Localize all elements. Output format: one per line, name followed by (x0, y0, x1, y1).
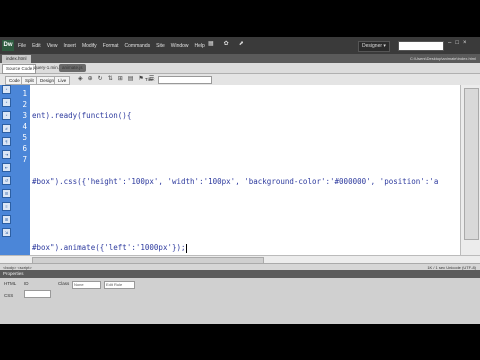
menu-insert[interactable]: Insert (63, 43, 76, 49)
visual-aids-icon[interactable]: ⊞ (118, 75, 123, 82)
menu-format[interactable]: Format (103, 43, 119, 49)
minimize-icon[interactable]: – (448, 40, 451, 46)
tab-index[interactable]: index.html (2, 55, 31, 63)
live-view-button[interactable]: Live (54, 76, 71, 85)
dreamweaver-window: Dw File Edit View Insert Modify Format C… (0, 37, 480, 324)
code-line-active: #box").animate({'left':'1000px'}); (32, 242, 438, 253)
menu-modify[interactable]: Modify (82, 43, 97, 49)
collapse-tag-icon[interactable]: * (2, 98, 11, 107)
file-path: C:\Users\Desktop\animate\index.html (409, 56, 476, 61)
menu-view[interactable]: View (47, 43, 58, 49)
outdent-icon[interactable]: ⇤ (2, 163, 11, 172)
multiscreen-icon[interactable]: ▤ (128, 75, 134, 82)
line-number: 7 (22, 155, 27, 164)
window-controls: – □ × (448, 40, 466, 46)
properties-header[interactable]: Properties (0, 270, 480, 278)
code-line-text: #box").animate({'left':'1000px'}); (32, 243, 186, 252)
site-icon[interactable]: ⬈ (239, 40, 244, 47)
menu-window[interactable]: Window (171, 43, 189, 49)
collapse-selection-icon[interactable]: * (2, 111, 11, 120)
vertical-scrollbar[interactable] (460, 85, 480, 255)
wrap-tag-icon[interactable]: ⊞ (2, 215, 11, 224)
title-label: Title: (145, 77, 155, 82)
format-source-icon[interactable]: ⇲ (2, 228, 11, 237)
app-logo: Dw (2, 40, 14, 51)
maximize-icon[interactable]: □ (455, 40, 459, 46)
file-management-icon[interactable]: ⇅ (108, 75, 113, 82)
preview-icon[interactable]: ⊕ (88, 75, 93, 82)
html-mode-label[interactable]: HTML (4, 281, 16, 287)
highlight-invalid-icon[interactable]: ¶ (2, 137, 11, 146)
title-input[interactable] (158, 76, 212, 84)
workspace-switcher[interactable]: Designer ▾ (358, 41, 390, 52)
line-number: 2 (22, 100, 27, 109)
properties-title: Properties (3, 271, 24, 276)
text-cursor (185, 243, 187, 253)
line-numbers-icon[interactable]: # (2, 124, 11, 133)
css-mode-label[interactable]: CSS (4, 293, 13, 299)
help-search-input[interactable] (398, 41, 444, 51)
remove-comment-icon[interactable]: ≡ (2, 202, 11, 211)
menu-items: File Edit View Insert Modify Format Comm… (18, 37, 205, 54)
line-number: 1 (22, 89, 27, 98)
extend-icon[interactable]: ✿ (224, 40, 229, 47)
menu-commands[interactable]: Commands (125, 43, 151, 49)
class-select[interactable]: None (72, 281, 101, 289)
id-label: ID (24, 281, 29, 286)
refresh-icon[interactable]: ↻ (98, 75, 103, 82)
related-files-bar: Source Code jquery-1.min.js animate.js (0, 63, 480, 74)
menu-bar: Dw File Edit View Insert Modify Format C… (0, 37, 480, 54)
open-documents-icon[interactable]: * (2, 85, 11, 94)
line-number: 6 (22, 144, 27, 153)
properties-panel: HTML CSS ID Class None Edit Rule (0, 278, 480, 324)
layout-icon[interactable]: ▦ (208, 40, 214, 47)
coding-toolbar: * * * # ¶ ⇥ ⇤ ↺ ☰ ≡ ⊞ ⇲ 1 2 3 4 5 6 7 (0, 85, 30, 255)
vertical-scroll-thumb[interactable] (464, 88, 479, 240)
indent-icon[interactable]: ⇥ (2, 150, 11, 159)
menu-edit[interactable]: Edit (32, 43, 41, 49)
line-number: 3 (22, 111, 27, 120)
menu-tools: ▦ ✿ ⬈ (208, 40, 244, 47)
coding-toolbar-icons: * * * # ¶ ⇥ ⇤ ↺ ☰ ≡ ⊞ ⇲ (2, 85, 11, 237)
class-label: Class (58, 281, 70, 286)
menu-file[interactable]: File (18, 43, 26, 49)
edit-rule-button[interactable]: Edit Rule (104, 281, 135, 289)
menu-help[interactable]: Help (195, 43, 205, 49)
line-number: 4 (22, 122, 27, 131)
inspect-icon[interactable]: ◈ (78, 75, 83, 82)
code-line: #box").css({'height':'100px', 'width':'1… (32, 177, 439, 186)
menu-site[interactable]: Site (156, 43, 165, 49)
line-number: 5 (22, 133, 27, 142)
recent-snippets-icon[interactable]: ↺ (2, 176, 11, 185)
close-icon[interactable]: × (463, 40, 467, 46)
id-select[interactable] (24, 290, 51, 298)
related-animate[interactable]: animate.js (59, 64, 86, 72)
apply-comment-icon[interactable]: ☰ (2, 189, 11, 198)
code-line: ent).ready(function(){ (32, 111, 132, 120)
toolbar-icons: ◈ ⊕ ↻ ⇅ ⊞ ▤ ⚑ ☰ (78, 75, 154, 82)
document-tabs: index.html C:\Users\Desktop\animate\inde… (0, 54, 480, 63)
line-numbers: 1 2 3 4 5 6 7 (17, 88, 27, 165)
validate-icon[interactable]: ⚑ (138, 75, 143, 82)
